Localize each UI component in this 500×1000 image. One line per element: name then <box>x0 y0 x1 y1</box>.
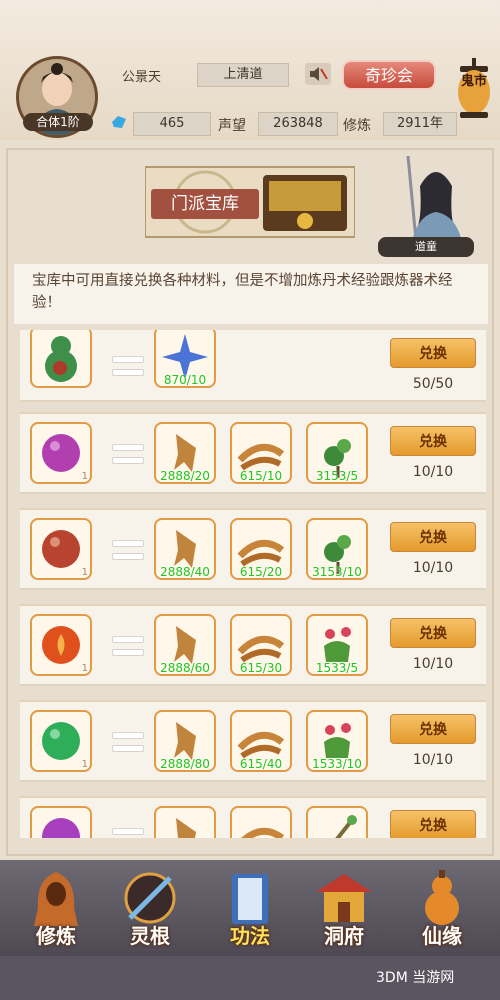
pavilion-icon <box>316 874 372 922</box>
ginseng-icon[interactable]: 2888/80 <box>154 710 216 772</box>
material-count: 2888/40 <box>160 565 210 579</box>
reputation-value: 263848 <box>258 112 338 136</box>
cordyceps-icon[interactable]: 615/30 <box>230 614 292 676</box>
treasury-notice: 宝库中可用直接兑换各种材料，但是不增加炼丹术经验跟炼器术经验！ <box>14 264 488 324</box>
realm-badge: 合体1阶 <box>23 113 93 131</box>
material-count: 1533/10 <box>312 757 362 771</box>
nav-fate[interactable]: 仙缘 <box>398 868 486 948</box>
nav-spirit-root[interactable]: 灵根 <box>106 868 194 948</box>
site-watermark: 3DM 当游网 <box>376 970 455 986</box>
nav-label: 仙缘 <box>422 924 462 948</box>
star-crystal-icon[interactable]: 870/10 <box>154 330 216 388</box>
exchange-limit: 50/50 <box>412 376 454 392</box>
spirit-stone-icon <box>110 114 128 133</box>
exchange-button[interactable]: 兑换 <box>390 426 476 456</box>
cordyceps-icon[interactable]: 615/20 <box>230 518 292 580</box>
flower-herb-icon[interactable]: 1533/5 <box>306 614 368 676</box>
fire-pearl-icon[interactable]: 1 <box>30 614 92 676</box>
material-count: 615/20 <box>239 565 283 579</box>
exchange-limit: 10/10 <box>412 752 454 768</box>
equals-sign <box>112 732 144 752</box>
exchange-limit: 10/10 <box>412 656 454 672</box>
player-name: 公景天 <box>122 70 162 85</box>
violet-pearl-icon[interactable] <box>30 806 92 838</box>
lantern-text: 鬼市 <box>460 74 487 89</box>
nav-cultivation[interactable]: 修炼 <box>12 868 100 948</box>
material-count: 615/10 <box>239 469 283 483</box>
gourd-fortune-icon <box>425 870 459 925</box>
equals-sign <box>112 356 144 376</box>
equals-sign <box>112 828 144 838</box>
banner-title: 门派宝库 <box>151 189 259 219</box>
exchange-row: 1 2888/40 615/20 3153/10 兑换 10/10 <box>20 508 486 590</box>
nav-label: 洞府 <box>324 924 364 948</box>
nav-cave-dwelling[interactable]: 洞府 <box>300 868 388 948</box>
flower-herb-icon[interactable]: 1533/10 <box>306 710 368 772</box>
cordyceps-icon[interactable]: 615/10 <box>230 422 292 484</box>
exchange-limit: 10/10 <box>412 464 454 480</box>
herb-icon[interactable]: 3153/10 <box>306 518 368 580</box>
ginseng-icon[interactable]: 2888/40 <box>154 518 216 580</box>
nav-label: 灵根 <box>130 924 170 948</box>
material-count: 2888/60 <box>160 661 210 675</box>
exchange-row: 1 2888/20 615/10 3153/5 兑换 10/10 <box>20 412 486 494</box>
cordyceps-icon[interactable]: 615/40 <box>230 710 292 772</box>
nav-techniques[interactable]: 功法 <box>206 868 294 948</box>
sect-name: 上清道 <box>197 63 289 87</box>
material-count: 870/10 <box>163 373 207 387</box>
ginseng-icon[interactable]: 2888/60 <box>154 614 216 676</box>
material-count: 3153/5 <box>315 469 359 483</box>
reputation-label: 声望 <box>218 118 246 134</box>
cordyceps-icon[interactable] <box>230 806 292 838</box>
material-count: 615/40 <box>239 757 283 771</box>
nav-label: 修炼 <box>36 924 76 948</box>
exchange-button[interactable]: 兑换 <box>390 714 476 744</box>
exchange-limit: 10/10 <box>412 560 454 576</box>
npc-name-label: 道童 <box>378 237 474 257</box>
exchange-button[interactable]: 兑换 <box>390 338 476 368</box>
material-count: 1533/5 <box>315 661 359 675</box>
cultivation-label: 修炼 <box>343 118 371 134</box>
ginseng-icon[interactable]: 2888/20 <box>154 422 216 484</box>
exchange-button[interactable]: 兑换 <box>390 522 476 552</box>
exchange-row: 1 2888/80 615/40 1533/10 兑换 10/10 <box>20 700 486 782</box>
exchange-button[interactable]: 兑换 <box>390 810 476 838</box>
exchange-button[interactable]: 兑换 <box>390 618 476 648</box>
ginseng-icon[interactable] <box>154 806 216 838</box>
exchange-row: 870/10 兑换 50/50 <box>20 330 486 402</box>
ghost-market-lantern[interactable]: 鬼市 <box>456 58 492 124</box>
herb-icon[interactable]: 3153/5 <box>306 422 368 484</box>
sect-treasury-banner: 门派宝库 <box>144 163 356 241</box>
equals-sign <box>112 636 144 656</box>
exchange-list[interactable]: 870/10 兑换 50/50 1 2888/20 615/10 3153/5 … <box>14 330 488 838</box>
staff-icon[interactable] <box>306 806 368 838</box>
spirit-root-icon <box>124 872 176 924</box>
material-count: 2888/80 <box>160 757 210 771</box>
green-pearl-icon[interactable]: 1 <box>30 710 92 772</box>
gourd-icon[interactable] <box>30 330 92 388</box>
exchange-row: 兑换 <box>20 796 486 838</box>
red-pearl-icon[interactable]: 1 <box>30 518 92 580</box>
treasure-fair-button[interactable]: 奇珍会 <box>342 60 436 90</box>
material-count: 3153/10 <box>312 565 362 579</box>
hooded-figure-icon <box>34 872 78 926</box>
material-count: 2888/20 <box>160 469 210 483</box>
speaker-muted-icon[interactable] <box>305 63 331 85</box>
exchange-row: 1 2888/60 615/30 1533/5 兑换 10/10 <box>20 604 486 686</box>
purple-pearl-icon[interactable]: 1 <box>30 422 92 484</box>
material-count: 615/30 <box>239 661 283 675</box>
equals-sign <box>112 540 144 560</box>
scroll-book-icon <box>232 874 268 924</box>
cultivation-years: 2911年 <box>383 112 457 136</box>
nav-label: 功法 <box>230 924 270 948</box>
spirit-stone-count: 465 <box>133 112 211 136</box>
equals-sign <box>112 444 144 464</box>
